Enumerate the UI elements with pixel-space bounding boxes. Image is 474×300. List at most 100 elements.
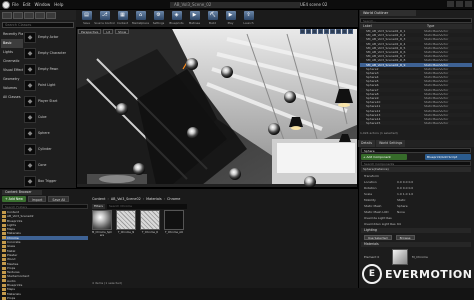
asset-grid: M_Chrome_Sphere T_Chrome_N T_Chrome_R T_Chr… bbox=[92, 210, 184, 237]
asset-tile[interactable]: T_Chrome_R bbox=[140, 210, 160, 237]
breadcrumb-materials[interactable]: Materials bbox=[146, 197, 162, 201]
level-viewport[interactable] bbox=[76, 28, 358, 188]
tab-world-settings[interactable]: World Settings bbox=[376, 140, 406, 147]
watermark-text: EVERMOTION bbox=[385, 267, 473, 281]
modes-tabs bbox=[0, 10, 76, 20]
menu-window[interactable]: Window bbox=[34, 2, 50, 7]
outliner-search-input[interactable]: Search... bbox=[360, 18, 472, 23]
category-item[interactable]: Visual Effects bbox=[1, 66, 23, 75]
component-row[interactable]: Sphere(Instance) bbox=[361, 167, 471, 172]
toolbar-button[interactable]: ⛏ Build bbox=[204, 11, 221, 27]
breadcrumb-content[interactable]: Content bbox=[92, 197, 106, 201]
place-actor-item[interactable]: ◆ Empty Actor bbox=[24, 30, 75, 44]
rotate-icon[interactable] bbox=[306, 29, 311, 34]
asset-tile[interactable]: M_Chrome_Sphere bbox=[92, 210, 112, 237]
actor-thumbnail-icon: ◆ bbox=[24, 95, 36, 107]
asset-tile[interactable]: T_Chrome_AO bbox=[164, 210, 184, 237]
asset-thumbnail bbox=[140, 210, 160, 230]
toolbar-button[interactable]: ▶ Play bbox=[222, 11, 239, 27]
save-all-button[interactable]: Save All bbox=[48, 196, 70, 202]
grid-snap-icon[interactable] bbox=[324, 29, 329, 34]
import-button[interactable]: Import bbox=[27, 196, 47, 202]
folder-icon bbox=[2, 275, 6, 279]
outliner-row[interactable]: Sphere15 StaticMeshActor bbox=[360, 121, 472, 126]
toolbar-button[interactable]: ▦ Content bbox=[114, 11, 131, 27]
class-search-input[interactable]: Search Classes bbox=[2, 22, 74, 28]
asset-tile[interactable]: T_Chrome_N bbox=[116, 210, 136, 237]
breadcrumb-chrome[interactable]: Chrome bbox=[167, 197, 180, 201]
close-icon[interactable] bbox=[465, 1, 472, 7]
content-browser-tab[interactable]: Content Browser bbox=[2, 190, 42, 195]
folder-icon bbox=[2, 249, 6, 253]
category-item[interactable]: Lights bbox=[1, 48, 23, 57]
toolbar-button[interactable]: ⇪ Launch bbox=[240, 11, 257, 27]
tab-details[interactable]: Details bbox=[358, 140, 376, 147]
breadcrumb-project[interactable]: AB_Vol3_Scene02 bbox=[111, 197, 141, 201]
folder-row[interactable]: Props bbox=[2, 296, 88, 300]
show-button[interactable]: Show bbox=[115, 29, 130, 34]
maximize-icon[interactable] bbox=[456, 1, 463, 7]
menu-file[interactable]: File bbox=[12, 2, 19, 7]
asset-filter-bar: Filters Search Chrome bbox=[92, 204, 187, 209]
property-row[interactable]: Overridden Light Res 64 bbox=[361, 221, 471, 227]
category-item[interactable]: Geometry bbox=[1, 75, 23, 84]
place-actor-item[interactable]: ◆ Point Light bbox=[24, 78, 75, 92]
category-item[interactable]: Cinematic bbox=[1, 57, 23, 66]
scale-icon[interactable] bbox=[312, 29, 317, 34]
asset-search-input[interactable]: Search Chrome bbox=[107, 204, 187, 209]
category-item[interactable]: Volumes bbox=[1, 84, 23, 93]
asset-thumbnail bbox=[116, 210, 136, 230]
category-item[interactable]: Basic bbox=[1, 39, 23, 48]
browse-button[interactable]: Browse bbox=[395, 235, 415, 240]
landscape-mode-icon[interactable] bbox=[24, 12, 34, 19]
angle-snap-icon[interactable] bbox=[330, 29, 335, 34]
category-item[interactable]: All Classes bbox=[1, 93, 23, 102]
toolbar-button[interactable]: ⌂ Marketplace bbox=[132, 11, 149, 27]
menu-bar: File Edit Window Help bbox=[12, 2, 63, 7]
toolbar-button[interactable]: ◈ Blueprints bbox=[168, 11, 185, 27]
add-component-button[interactable]: + Add Component bbox=[361, 154, 407, 160]
place-actor-item[interactable]: ◆ Cube bbox=[24, 110, 75, 124]
blueprint-script-button[interactable]: Blueprint/Add Script bbox=[425, 154, 471, 160]
camera-speed-icon[interactable] bbox=[342, 29, 347, 34]
translate-icon[interactable] bbox=[300, 29, 305, 34]
place-mode-icon[interactable] bbox=[2, 12, 12, 19]
toolbar-icon: ⇪ bbox=[243, 11, 254, 20]
maximize-viewport-icon[interactable] bbox=[348, 29, 353, 34]
material-name[interactable]: M_Chrome bbox=[412, 255, 428, 259]
place-actor-item[interactable]: ◆ Box Trigger bbox=[24, 174, 75, 188]
category-item[interactable]: Recently Placed bbox=[1, 30, 23, 39]
place-actor-item[interactable]: ◆ Sphere bbox=[24, 126, 75, 140]
property-value[interactable]: 64 bbox=[397, 221, 471, 227]
menu-edit[interactable]: Edit bbox=[23, 2, 31, 7]
actor-name-field[interactable]: Sphere bbox=[361, 148, 471, 153]
foliage-mode-icon[interactable] bbox=[35, 12, 45, 19]
outliner-tab[interactable]: World Outliner bbox=[360, 10, 416, 16]
geometry-mode-icon[interactable] bbox=[46, 12, 56, 19]
level-name-tab[interactable]: AB_Vol3_Scene_02 bbox=[170, 2, 300, 8]
toolbar-button[interactable]: ▶ Matinee bbox=[186, 11, 203, 27]
actor-thumbnail-icon: ◆ bbox=[24, 127, 36, 139]
place-actor-item[interactable]: ◆ Cylinder bbox=[24, 142, 75, 156]
place-actor-item[interactable]: ◆ Cone bbox=[24, 158, 75, 172]
folder-icon bbox=[2, 266, 6, 270]
world-icon[interactable] bbox=[318, 29, 323, 34]
menu-help[interactable]: Help bbox=[54, 2, 63, 7]
folder-name: Props bbox=[7, 295, 16, 300]
toolbar-button[interactable]: ⎇ Source Control bbox=[94, 11, 115, 27]
scale-snap-icon[interactable] bbox=[336, 29, 341, 34]
component-search-input[interactable]: Search Components bbox=[361, 161, 471, 166]
minimize-icon[interactable] bbox=[447, 1, 454, 7]
place-actor-item[interactable]: ◆ Empty Pawn bbox=[24, 62, 75, 76]
folder-search-input[interactable]: Search Folders bbox=[2, 204, 88, 209]
toolbar-button[interactable]: ⚙ Settings bbox=[150, 11, 167, 27]
toolbar-button[interactable]: ▤ Save bbox=[78, 11, 95, 27]
place-actor-item[interactable]: ◆ Player Start bbox=[24, 94, 75, 108]
perspective-button[interactable]: Perspective bbox=[78, 29, 102, 34]
use-selected-button[interactable]: Use Selected bbox=[364, 235, 392, 240]
lit-button[interactable]: Lit bbox=[103, 29, 114, 34]
add-new-button[interactable]: + Add New bbox=[2, 196, 26, 202]
filters-button[interactable]: Filters bbox=[92, 204, 105, 209]
place-actor-item[interactable]: ◆ Empty Character bbox=[24, 46, 75, 60]
paint-mode-icon[interactable] bbox=[13, 12, 23, 19]
